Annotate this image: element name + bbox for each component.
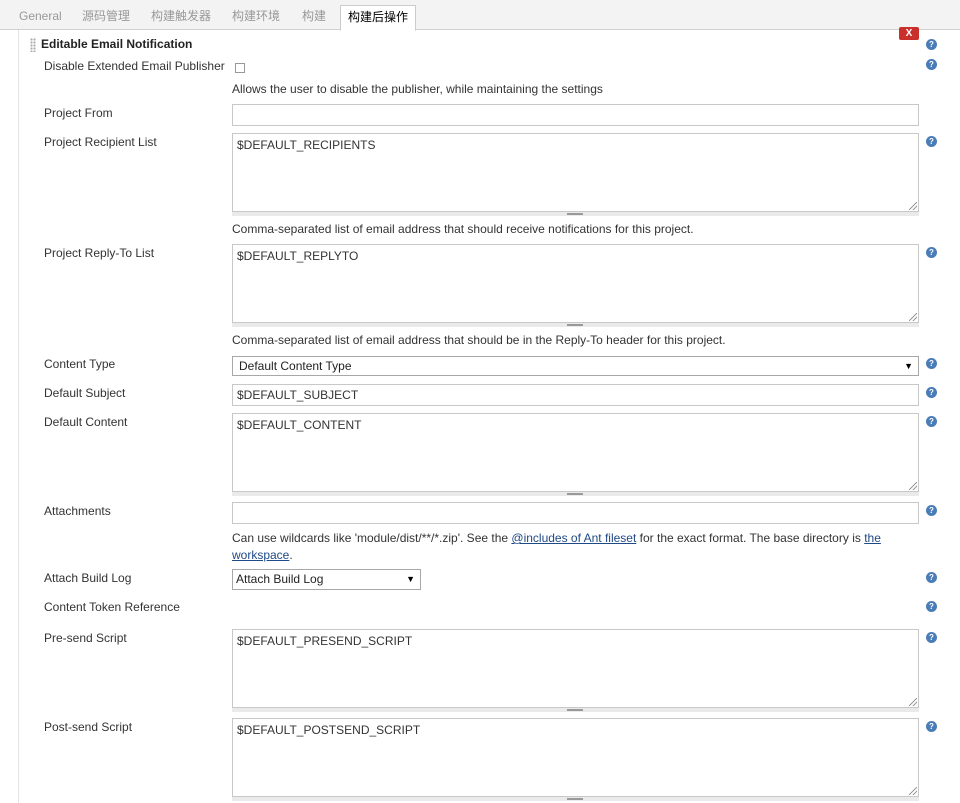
help-icon[interactable]: ? <box>926 632 937 643</box>
help-icon[interactable]: ? <box>926 721 937 732</box>
resize-handle-icon[interactable] <box>909 313 917 321</box>
attachments-description: Can use wildcards like 'module/dist/**/*… <box>232 530 892 564</box>
reply-to-description: Comma-separated list of email address th… <box>232 333 726 347</box>
postsend-script-textarea[interactable]: $DEFAULT_POSTSEND_SCRIPT <box>232 718 919 797</box>
reply-to-textarea[interactable]: $DEFAULT_REPLYTO <box>232 244 919 323</box>
textarea-expand-bar[interactable] <box>232 212 919 216</box>
tab-post-build-actions[interactable]: 构建后操作 <box>340 5 417 31</box>
help-icon[interactable]: ? <box>926 572 937 583</box>
content-token-label: Content Token Reference <box>44 600 180 614</box>
attachments-label: Attachments <box>44 504 111 518</box>
recipient-list-textarea[interactable]: $DEFAULT_RECIPIENTS <box>232 133 919 212</box>
default-subject-input[interactable]: $DEFAULT_SUBJECT <box>232 384 919 406</box>
drag-handle-icon[interactable] <box>30 38 36 52</box>
content-type-selected: Default Content Type <box>239 359 352 373</box>
help-icon[interactable]: ? <box>926 39 937 50</box>
resize-handle-icon[interactable] <box>909 482 917 490</box>
postsend-script-value: $DEFAULT_POSTSEND_SCRIPT <box>237 723 421 737</box>
project-from-label: Project From <box>44 106 113 120</box>
help-icon[interactable]: ? <box>926 247 937 258</box>
disable-publisher-label: Disable Extended Email Publisher <box>44 59 225 73</box>
default-content-value: $DEFAULT_CONTENT <box>237 418 362 432</box>
tab-bar: General 源码管理 构建触发器 构建环境 构建 构建后操作 <box>0 0 960 31</box>
recipient-list-value: $DEFAULT_RECIPIENTS <box>237 138 376 152</box>
delete-section-button[interactable]: X <box>899 27 919 40</box>
recipient-list-label: Project Recipient List <box>44 135 157 149</box>
attach-build-log-label: Attach Build Log <box>44 571 132 585</box>
help-icon[interactable]: ? <box>926 416 937 427</box>
presend-script-label: Pre-send Script <box>44 631 127 645</box>
resize-handle-icon[interactable] <box>909 787 917 795</box>
textarea-expand-bar[interactable] <box>232 492 919 496</box>
section-title: Editable Email Notification <box>41 37 193 51</box>
presend-script-textarea[interactable]: $DEFAULT_PRESEND_SCRIPT <box>232 629 919 708</box>
help-icon[interactable]: ? <box>926 358 937 369</box>
help-icon[interactable]: ? <box>926 505 937 516</box>
attach-build-log-selected: Attach Build Log <box>236 572 324 586</box>
chevron-down-icon: ▼ <box>904 361 913 371</box>
postsend-script-label: Post-send Script <box>44 720 133 734</box>
help-icon[interactable]: ? <box>926 601 937 612</box>
default-content-textarea[interactable]: $DEFAULT_CONTENT <box>232 413 919 492</box>
disable-publisher-description: Allows the user to disable the publisher… <box>232 82 603 96</box>
help-icon[interactable]: ? <box>926 387 937 398</box>
attachments-desc-text: . <box>289 548 293 562</box>
disable-publisher-checkbox[interactable] <box>235 63 245 73</box>
textarea-expand-bar[interactable] <box>232 323 919 327</box>
textarea-expand-bar[interactable] <box>232 708 919 712</box>
tab-build-environment[interactable]: 构建环境 <box>225 5 287 29</box>
tab-build[interactable]: 构建 <box>295 5 333 29</box>
resize-handle-icon[interactable] <box>909 698 917 706</box>
reply-to-label: Project Reply-To List <box>44 246 155 260</box>
recipient-list-description: Comma-separated list of email address th… <box>232 222 694 236</box>
attachments-desc-text: Can use wildcards like 'module/dist/**/*… <box>232 531 512 545</box>
tab-source-control[interactable]: 源码管理 <box>75 5 137 29</box>
attachments-desc-text: for the exact format. The base directory… <box>636 531 865 545</box>
project-from-input[interactable] <box>232 104 919 126</box>
textarea-expand-bar[interactable] <box>232 797 919 801</box>
reply-to-value: $DEFAULT_REPLYTO <box>237 249 359 263</box>
section-left-rule <box>18 30 19 803</box>
default-subject-label: Default Subject <box>44 386 126 400</box>
workspace-link[interactable]: the <box>864 531 881 545</box>
attach-build-log-select[interactable]: Attach Build Log ▼ <box>232 569 421 590</box>
default-content-label: Default Content <box>44 415 128 429</box>
content-type-select[interactable]: Default Content Type ▼ <box>232 356 919 376</box>
chevron-down-icon: ▼ <box>406 574 415 584</box>
help-icon[interactable]: ? <box>926 136 937 147</box>
workspace-link[interactable]: workspace <box>232 548 289 562</box>
help-icon[interactable]: ? <box>926 59 937 70</box>
tab-build-triggers[interactable]: 构建触发器 <box>144 5 218 29</box>
resize-handle-icon[interactable] <box>909 202 917 210</box>
content-type-label: Content Type <box>44 357 116 371</box>
attachments-input[interactable] <box>232 502 919 524</box>
tab-general[interactable]: General <box>12 5 69 29</box>
presend-script-value: $DEFAULT_PRESEND_SCRIPT <box>237 634 413 648</box>
ant-fileset-link[interactable]: @includes of Ant fileset <box>511 531 636 545</box>
